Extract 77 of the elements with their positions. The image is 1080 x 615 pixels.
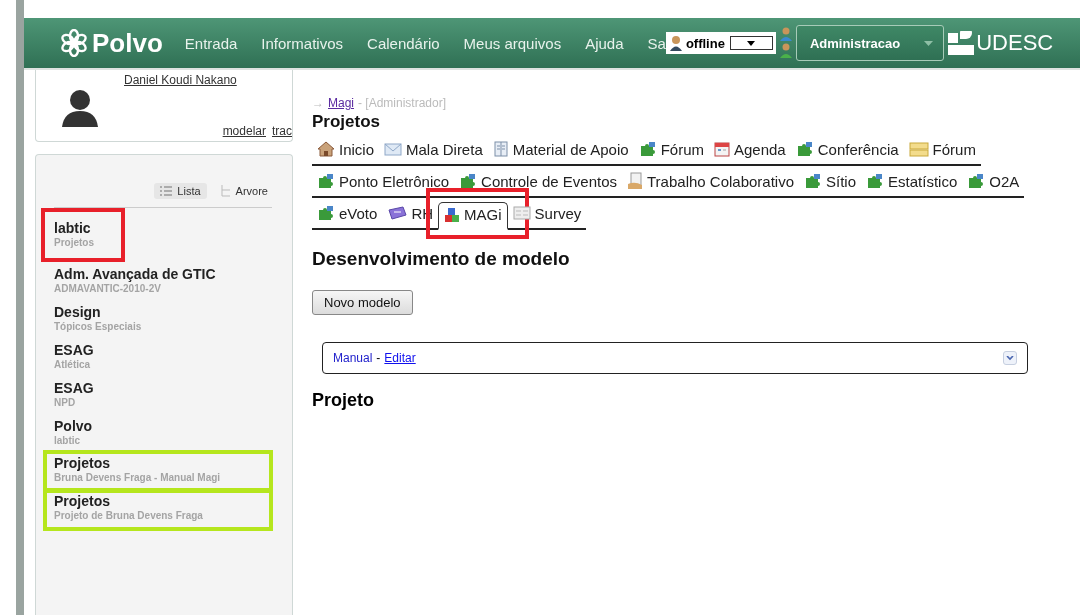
page-title: Projetos xyxy=(312,112,382,132)
module-tab[interactable]: Estatístico xyxy=(861,171,963,196)
group-item[interactable]: Adm. Avançada de GTIC ADMAVANTIC-2010-2V xyxy=(54,262,216,300)
edit-link[interactable]: Editar xyxy=(384,351,416,365)
role-label: - [Administrador] xyxy=(358,96,447,110)
emblem-icon xyxy=(948,31,975,55)
view-tab[interactable]: Lista xyxy=(154,183,207,199)
puzzle-icon xyxy=(804,173,823,189)
module-tab[interactable]: Trabalho Colaborativo xyxy=(622,171,800,196)
profile-link[interactable]: trac xyxy=(272,124,292,138)
module-tab[interactable]: MAGi xyxy=(438,202,508,230)
breadcrumb-link[interactable]: Magi xyxy=(328,96,354,110)
breadcrumb-arrow: → xyxy=(312,96,324,110)
blocks-icon xyxy=(444,206,461,223)
envelope-icon xyxy=(384,142,403,156)
module-tab[interactable]: Mala Direta xyxy=(379,139,488,164)
nav-link[interactable]: Ajuda xyxy=(585,34,624,52)
module-tab[interactable]: Fórum xyxy=(903,139,981,164)
group-item[interactable]: ESAG Atlética xyxy=(54,338,94,376)
module-tab[interactable]: Controle de Eventos xyxy=(454,171,622,196)
users-icon xyxy=(778,26,793,60)
module-tab[interactable]: Sítio xyxy=(799,171,862,196)
module-tab[interactable]: Inicio xyxy=(312,139,380,164)
puzzle-icon xyxy=(459,173,478,189)
group-item[interactable]: Projetos Projeto de Bruna Devens Fraga xyxy=(54,490,203,528)
separator: - xyxy=(376,351,381,365)
expand-icon[interactable] xyxy=(1003,351,1017,365)
person-icon xyxy=(668,35,683,51)
role-dropdown[interactable]: Administracao xyxy=(795,25,945,61)
caret-icon xyxy=(924,40,934,46)
house-icon xyxy=(317,141,335,157)
section-heading: Desenvolvimento de modelo xyxy=(312,248,571,270)
nav-link[interactable]: Entrada xyxy=(184,34,238,52)
nav-link[interactable]: Meus arquivos xyxy=(463,34,562,52)
list-icon xyxy=(160,186,173,196)
nav-link[interactable]: Calendário xyxy=(367,34,440,52)
module-tab[interactable]: eVoto xyxy=(312,203,383,228)
group-item[interactable]: Projetos Bruna Devens Fraga - Manual Magi xyxy=(54,452,221,490)
puzzle-icon xyxy=(866,173,885,189)
tree-icon xyxy=(220,185,231,197)
profile-link[interactable]: modelar xyxy=(222,124,266,138)
new-model-button[interactable]: Novo modelo xyxy=(312,290,413,315)
document-icon xyxy=(627,172,643,190)
module-tab[interactable]: Conferência xyxy=(790,139,904,164)
group-item[interactable]: Polvo labtic xyxy=(54,414,93,452)
polvo-logo[interactable]: Polvo xyxy=(60,27,163,59)
module-tab[interactable]: Survey xyxy=(507,203,587,228)
nav-link[interactable]: Sa xyxy=(647,34,666,52)
view-tab[interactable]: Arvore xyxy=(214,183,274,199)
book-icon xyxy=(492,141,509,157)
udesc-logo: UDESC xyxy=(948,30,1054,56)
group-item[interactable]: Design Tópicos Especiais xyxy=(54,300,142,338)
module-tab[interactable]: Ponto Eletrônico xyxy=(312,171,455,196)
section-heading: Projeto xyxy=(312,390,375,411)
ticket-icon xyxy=(387,206,408,220)
nav-link[interactable]: Informativos xyxy=(261,34,344,52)
group-item[interactable]: ESAG NPD xyxy=(54,376,94,414)
model-name: Manual xyxy=(333,351,373,365)
puzzle-icon xyxy=(638,141,657,157)
module-tab[interactable]: Agenda xyxy=(709,139,791,164)
puzzle-icon xyxy=(795,141,814,157)
puzzle-icon xyxy=(317,173,335,189)
group-item[interactable]: labtic Projetos xyxy=(54,216,94,254)
puzzle-icon xyxy=(317,205,335,221)
avatar-icon xyxy=(60,87,100,127)
form-icon xyxy=(512,205,531,221)
chevron-icon xyxy=(1006,355,1014,361)
module-tab[interactable]: Material de Apoio xyxy=(487,139,634,164)
note-icon xyxy=(908,141,929,157)
status-select[interactable]: offline xyxy=(665,32,776,54)
caret-icon xyxy=(747,40,756,46)
calendar-icon xyxy=(714,141,730,157)
profile-name-link[interactable]: Daniel Koudi Nakano xyxy=(124,73,237,87)
module-tab[interactable]: O2A xyxy=(962,171,1025,196)
module-tab[interactable]: Fórum xyxy=(633,139,709,164)
flower-icon xyxy=(60,29,88,57)
puzzle-icon xyxy=(967,173,986,189)
